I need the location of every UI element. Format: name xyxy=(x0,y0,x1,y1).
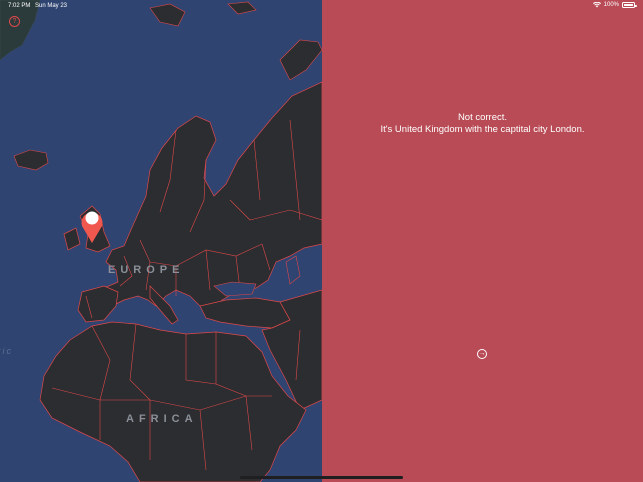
battery-icon xyxy=(622,2,637,8)
question-icon: ? xyxy=(12,18,17,25)
wifi-icon xyxy=(592,2,601,8)
home-indicator[interactable] xyxy=(240,476,403,479)
status-date: Sun May 23 xyxy=(35,3,68,9)
arrow-right-icon: → xyxy=(478,350,486,357)
status-right: 100% xyxy=(592,2,637,8)
result-line-2: It's United Kingdom with the captital ci… xyxy=(380,124,585,135)
battery-percent: 100% xyxy=(603,2,619,8)
help-button[interactable]: ? xyxy=(9,16,20,27)
continent-label-africa: AFRICA xyxy=(126,413,198,425)
continent-label-europe: EUROPE xyxy=(108,264,185,276)
result-line-1: Not correct. xyxy=(457,112,508,123)
world-map[interactable] xyxy=(0,0,322,482)
map-view[interactable]: EUROPE AFRICA tic ? xyxy=(0,0,322,482)
result-message: Not correct. It's United Kingdom with th… xyxy=(322,112,643,136)
ocean-label: tic xyxy=(0,346,13,356)
status-time: 7:02 PM xyxy=(8,3,31,9)
result-panel: Not correct. It's United Kingdom with th… xyxy=(322,0,643,482)
next-button[interactable]: → xyxy=(477,349,487,359)
status-bar: 7:02 PM Sun May 23 100% xyxy=(0,0,643,12)
